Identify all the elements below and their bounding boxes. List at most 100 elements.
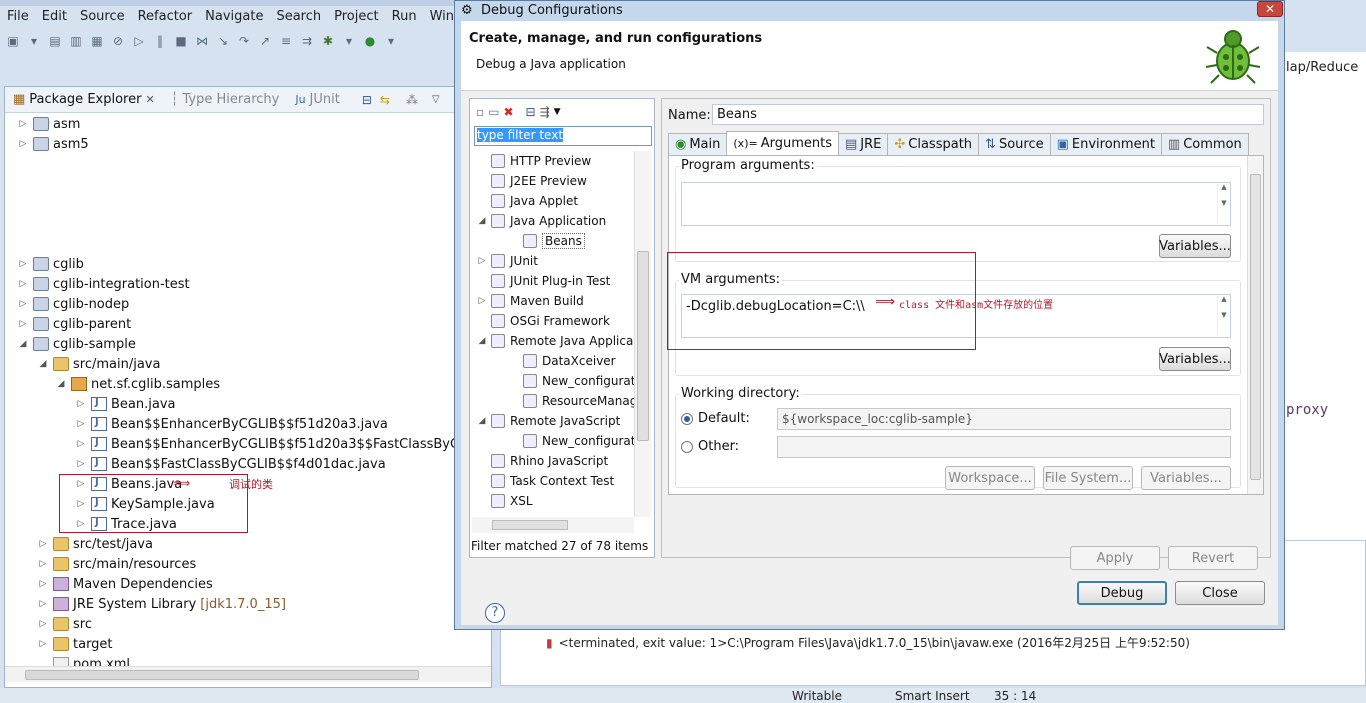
textarea-scrollbar[interactable]: ▲ ▼ [1217, 295, 1230, 337]
tab-classpath[interactable]: ✣ Classpath [887, 133, 980, 155]
config-tree-item[interactable]: ◢ Remote Java Applica [476, 331, 633, 351]
duplicate-config-icon[interactable]: ▭ [488, 105, 499, 119]
tab-type-hierarchy[interactable]: ┆ Type Hierarchy [163, 92, 288, 107]
expand-twisty-icon[interactable]: ▷ [37, 639, 49, 649]
tab-arguments[interactable]: (x)= Arguments [726, 131, 839, 155]
debug-icon[interactable]: ✱ [319, 32, 337, 50]
terminate-icon[interactable]: ■ [172, 32, 190, 50]
run-dropdown-icon[interactable]: ▾ [382, 32, 400, 50]
default-radio[interactable] [681, 413, 693, 425]
tree-item[interactable]: ▷ Bean$$FastClassByCGLIB$$f4d01dac.java [75, 454, 386, 474]
tree-item[interactable]: ▷ src/main/resources [37, 554, 197, 574]
filter-input[interactable]: type filter text [474, 126, 652, 146]
tab-common[interactable]: ▥ Common [1160, 133, 1249, 155]
skip-breakpoints-icon[interactable]: ⊘ [109, 32, 127, 50]
menu-run[interactable]: Run [385, 8, 423, 28]
expand-twisty-icon[interactable]: ▷ [37, 619, 49, 629]
expand-twisty-icon[interactable]: ▷ [37, 539, 49, 549]
config-tree-item[interactable]: Beans [508, 231, 585, 251]
new-config-icon[interactable]: ▫ [476, 105, 484, 119]
close-button[interactable]: ✕ [1257, 1, 1283, 17]
apply-button[interactable]: Apply [1070, 546, 1160, 570]
tree-item[interactable]: ◢ src/main/java [37, 354, 161, 374]
tree-item[interactable]: ▷ cglib-parent [17, 314, 132, 334]
expand-twisty-icon[interactable]: ▷ [476, 296, 488, 306]
tree-item[interactable]: ▷ JRE System Library [jdk1.7.0_15] [37, 594, 286, 614]
config-tree-item[interactable]: DataXceiver [508, 351, 616, 371]
tree-item[interactable]: ▷ src/test/java [37, 534, 153, 554]
file-system-button[interactable]: File System... [1043, 466, 1133, 490]
filter-config-icon[interactable]: ⇶ [540, 105, 550, 119]
tab-package-explorer[interactable]: ▦ Package Explorer ✕ [5, 92, 163, 107]
tree-item[interactable]: ▷ src [37, 614, 92, 634]
tree-item[interactable]: ▷ cglib [17, 254, 84, 274]
config-tree-item[interactable]: XSL [476, 491, 533, 511]
config-tree-item[interactable]: New_configuratic [508, 431, 634, 451]
vm-variables-button[interactable]: Variables... [1159, 347, 1231, 371]
config-tree-item[interactable]: HTTP Preview [476, 151, 591, 171]
tree-item[interactable]: ▷ Bean.java [75, 394, 176, 414]
menu-refactor[interactable]: Refactor [131, 8, 199, 28]
config-tree-item[interactable]: Task Context Test [476, 471, 614, 491]
config-tree-item[interactable]: J2EE Preview [476, 171, 587, 191]
tree-item[interactable]: ▷ Bean$$EnhancerByCGLIB$$f51d20a3.java [75, 414, 388, 434]
drop-frame-icon[interactable]: ≡ [277, 32, 295, 50]
collapse-twisty-icon[interactable]: ◢ [17, 339, 29, 349]
scrollbar-thumb[interactable] [1250, 174, 1261, 480]
step-over-icon[interactable]: ↷ [235, 32, 253, 50]
name-input[interactable]: Beans [712, 104, 1264, 125]
collapse-all-icon[interactable]: ⊟ [526, 105, 536, 119]
tab-junit[interactable]: Ju JUnit [287, 92, 348, 107]
expand-twisty-icon[interactable]: ▷ [476, 256, 488, 266]
run-icon[interactable]: ● [361, 32, 379, 50]
filter-dropdown-icon[interactable]: ▼ [554, 107, 561, 117]
expand-twisty-icon[interactable]: ▷ [17, 119, 29, 129]
expand-twisty-icon[interactable]: ▷ [75, 439, 87, 449]
scrollbar-thumb[interactable] [492, 520, 568, 530]
scrollbar-thumb[interactable] [25, 670, 419, 680]
suspend-icon[interactable]: ‖ [151, 32, 169, 50]
debug-dropdown-icon[interactable]: ▾ [340, 32, 358, 50]
collapse-twisty-icon[interactable]: ◢ [476, 416, 488, 426]
save-icon[interactable]: ▤ [46, 32, 64, 50]
collapse-twisty-icon[interactable]: ◢ [55, 379, 67, 389]
step-return-icon[interactable]: ↗ [256, 32, 274, 50]
help-icon[interactable]: ? [485, 603, 505, 623]
program-arguments-input[interactable] [681, 182, 1231, 226]
collapse-twisty-icon[interactable]: ◢ [476, 216, 488, 226]
delete-config-icon[interactable]: ✖ [503, 105, 513, 119]
tab-jre[interactable]: ▤ JRE [837, 133, 889, 155]
config-vertical-scrollbar[interactable] [634, 151, 651, 517]
config-tree-item[interactable]: ◢ Java Application [476, 211, 606, 231]
expand-twisty-icon[interactable]: ▷ [37, 579, 49, 589]
menu-project[interactable]: Project [327, 8, 384, 28]
tab-main[interactable]: ◉ Main [668, 133, 728, 155]
config-tree-item[interactable]: ▷ JUnit [476, 251, 538, 271]
revert-button[interactable]: Revert [1168, 546, 1258, 570]
debug-button[interactable]: Debug [1077, 581, 1167, 605]
directory-variables-button[interactable]: Variables... [1141, 466, 1231, 490]
expand-twisty-icon[interactable]: ▷ [17, 299, 29, 309]
program-variables-button[interactable]: Variables... [1159, 234, 1231, 258]
collapse-twisty-icon[interactable]: ◢ [37, 359, 49, 369]
textarea-scrollbar[interactable]: ▲ ▼ [1217, 183, 1230, 225]
view-menu-icon[interactable]: ⁂ [406, 93, 418, 107]
link-editor-icon[interactable]: ⇆ [380, 93, 390, 107]
use-step-filters-icon[interactable]: ⇉ [298, 32, 316, 50]
workspace-button[interactable]: Workspace... [945, 466, 1035, 490]
other-directory-input[interactable] [777, 436, 1231, 458]
tree-item[interactable]: ◢ cglib-sample [17, 334, 136, 354]
tree-item[interactable]: ◢ net.sf.cglib.samples [55, 374, 221, 394]
menu-source[interactable]: Source [73, 8, 131, 28]
config-tree-item[interactable]: Rhino JavaScript [476, 451, 608, 471]
scrollbar-thumb[interactable] [637, 251, 649, 441]
tree-item[interactable]: ▷ cglib-nodep [17, 294, 130, 314]
config-horizontal-scrollbar[interactable] [472, 517, 634, 533]
horizontal-scrollbar[interactable] [5, 666, 491, 682]
tab-environment[interactable]: ▣ Environment [1049, 133, 1162, 155]
expand-twisty-icon[interactable]: ▷ [37, 599, 49, 609]
tree-item[interactable]: ▷ asm [17, 114, 81, 134]
step-into-icon[interactable]: ↘ [214, 32, 232, 50]
close-icon[interactable]: ✕ [145, 93, 154, 106]
menu-file[interactable]: File [0, 8, 35, 28]
